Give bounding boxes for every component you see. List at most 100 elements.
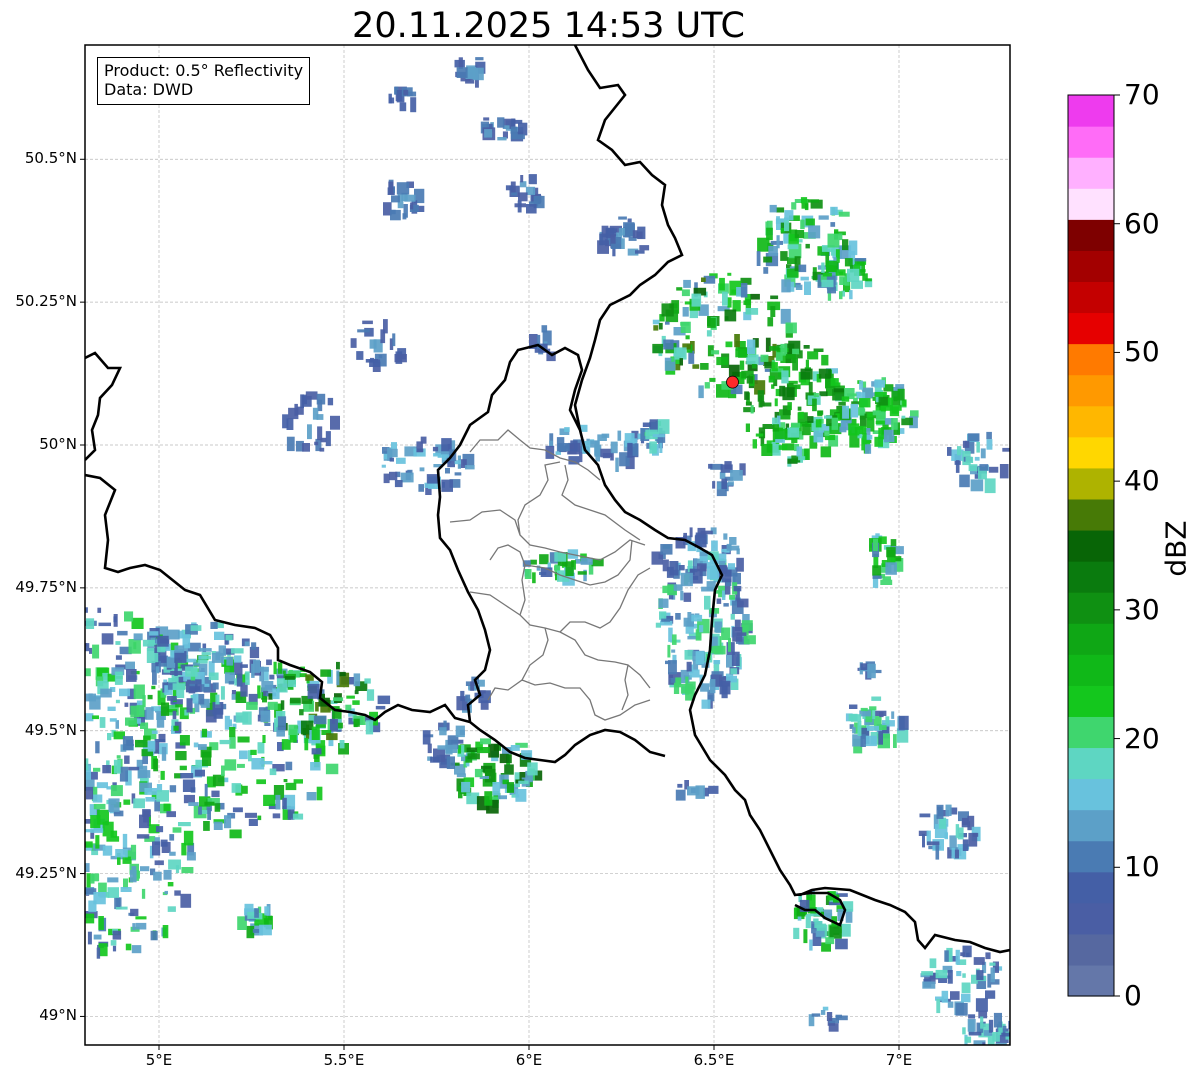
echo-cell xyxy=(49,886,61,899)
echo-cell xyxy=(93,892,106,905)
echo-cell xyxy=(151,685,156,690)
echo-cell xyxy=(35,888,42,896)
echo-cell xyxy=(798,264,807,273)
echo-cell xyxy=(739,360,745,370)
echo-cell xyxy=(172,710,177,720)
echo-cell xyxy=(123,799,131,805)
echo-cell xyxy=(46,675,58,687)
colorbar-segment xyxy=(1068,964,1114,997)
echo-cell xyxy=(848,423,860,436)
echo-cell xyxy=(320,669,331,677)
echo-cell xyxy=(190,625,202,631)
echo-cell xyxy=(864,444,872,454)
echo-cell xyxy=(0,689,9,700)
echo-cell xyxy=(798,456,806,461)
lat-label: 49°N xyxy=(39,1006,77,1025)
echo-cell xyxy=(680,591,684,601)
echo-cell xyxy=(882,576,891,581)
echo-cell xyxy=(181,842,187,856)
echo-cell xyxy=(617,430,622,441)
echo-cell xyxy=(747,339,756,354)
echo-cell xyxy=(46,631,51,645)
echo-cell xyxy=(203,821,210,831)
echo-cell xyxy=(92,715,99,720)
echo-cell xyxy=(850,714,862,722)
echo-cell xyxy=(0,664,5,675)
echo-cell xyxy=(43,851,54,860)
echo-cell xyxy=(292,813,304,820)
product-label: Product: 0.5° Reflectivity xyxy=(104,61,304,80)
echo-cell xyxy=(57,782,60,786)
echo-cell xyxy=(288,724,298,735)
echo-cell xyxy=(336,670,340,686)
echo-cell xyxy=(336,661,340,670)
echo-cell xyxy=(59,618,62,622)
echo-cell xyxy=(791,202,797,210)
echo-cell xyxy=(768,245,778,256)
echo-cell xyxy=(236,673,243,687)
echo-cell xyxy=(175,751,187,761)
echo-cell xyxy=(993,1012,1002,1028)
echo-cell xyxy=(311,726,320,740)
echo-cell xyxy=(237,736,250,743)
echo-cell xyxy=(697,563,707,572)
echo-cell xyxy=(504,764,514,775)
echo-cell xyxy=(878,731,883,745)
echo-cell xyxy=(962,817,968,825)
echo-cell xyxy=(6,637,17,651)
echo-cell xyxy=(781,279,791,293)
echo-cell xyxy=(149,631,159,636)
echo-cell xyxy=(822,272,832,277)
echo-cell xyxy=(775,207,785,213)
echo-cell xyxy=(659,611,667,620)
echo-cell xyxy=(957,446,962,456)
echo-cell xyxy=(125,717,137,726)
echo-cell xyxy=(995,1042,1007,1045)
echo-cell xyxy=(145,707,154,720)
echo-cell xyxy=(61,739,65,746)
echo-cell xyxy=(967,1019,976,1032)
echo-cell xyxy=(506,754,512,764)
echo-cell xyxy=(41,633,51,647)
echo-cell xyxy=(960,952,966,957)
echo-cell xyxy=(557,443,570,452)
colorbar-unit: dBZ xyxy=(1159,520,1193,577)
echo-cell xyxy=(528,174,537,185)
echo-cell xyxy=(746,376,753,384)
echo-cell xyxy=(554,552,567,562)
echo-cell xyxy=(90,828,104,833)
echo-cell xyxy=(47,643,55,650)
echo-cell xyxy=(178,676,184,683)
echo-cell xyxy=(212,774,225,787)
echo-cell xyxy=(955,949,960,965)
echo-cell xyxy=(115,641,121,645)
echo-cell xyxy=(652,434,665,438)
echo-cell xyxy=(862,433,867,445)
echo-cell xyxy=(18,658,26,668)
echo-cell xyxy=(388,181,394,195)
echo-cell xyxy=(735,348,748,358)
echo-cell xyxy=(847,268,860,282)
echo-cell xyxy=(262,735,266,743)
echo-cell xyxy=(220,686,225,700)
echo-cell xyxy=(803,929,808,944)
lon-label: 7°E xyxy=(885,1051,913,1069)
echo-cell xyxy=(962,973,966,978)
echo-cell xyxy=(162,925,169,939)
echo-cell xyxy=(921,971,934,976)
echo-cell xyxy=(827,286,836,294)
echo-cell xyxy=(133,633,143,641)
echo-cell xyxy=(751,364,757,369)
echo-cell xyxy=(539,554,549,565)
echo-cell xyxy=(835,269,846,276)
echo-cell xyxy=(54,803,65,808)
echo-cell xyxy=(741,620,753,631)
echo-cell xyxy=(392,333,396,347)
echo-cell xyxy=(825,260,837,273)
echo-cell xyxy=(784,210,794,221)
echo-cell xyxy=(955,460,960,473)
echo-cell xyxy=(416,441,423,453)
echo-cell xyxy=(445,744,458,753)
colorbar-segment xyxy=(1068,436,1114,469)
echo-cell xyxy=(893,734,897,748)
